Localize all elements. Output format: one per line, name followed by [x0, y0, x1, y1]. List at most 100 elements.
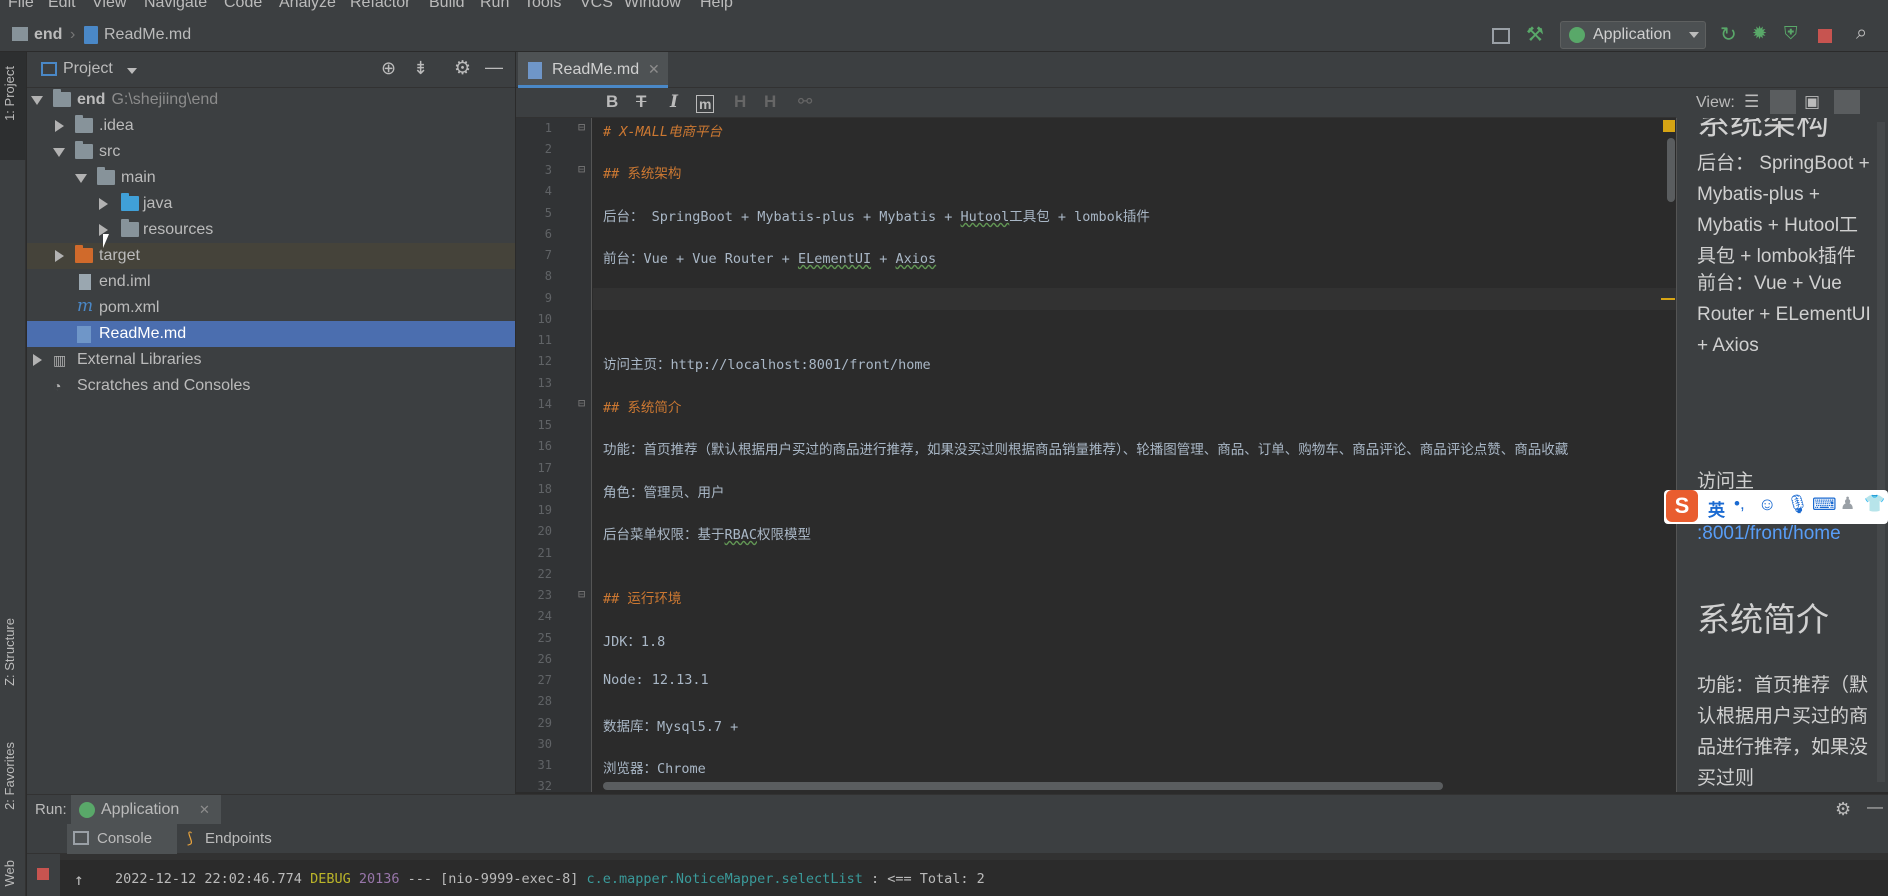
- tree-item-idea[interactable]: .idea: [27, 113, 515, 139]
- horizontal-scrollbar[interactable]: [603, 782, 1443, 790]
- menu-view[interactable]: View: [92, 0, 126, 12]
- tab-structure[interactable]: Z: Structure: [2, 618, 17, 686]
- project-panel-title[interactable]: Project: [63, 60, 113, 78]
- console-output[interactable]: ↑ 2022-12-12 22:02:46.774 DEBUG 20136 --…: [60, 854, 1888, 896]
- run-config-selector[interactable]: Application: [1560, 21, 1706, 49]
- markdown-file-icon: [528, 62, 542, 79]
- menu-tools[interactable]: Tools: [524, 0, 561, 12]
- menu-help[interactable]: Help: [700, 0, 733, 12]
- menu-analyze[interactable]: Analyze: [279, 0, 336, 12]
- emoji-icon[interactable]: ☺: [1758, 494, 1776, 515]
- menu-navigate[interactable]: Navigate: [144, 0, 207, 12]
- header-down-icon[interactable]: H: [734, 92, 746, 112]
- punctuation-icon[interactable]: •,: [1734, 494, 1745, 514]
- tree-item-external-libraries[interactable]: ▥ External Libraries: [27, 347, 515, 373]
- tab-console[interactable]: Console: [67, 824, 177, 854]
- stop-icon[interactable]: [1818, 29, 1832, 43]
- collapsed-arrow-icon[interactable]: [99, 198, 108, 210]
- menu-code[interactable]: Code: [224, 0, 262, 12]
- hide-icon[interactable]: —: [1867, 799, 1883, 817]
- gear-icon[interactable]: ⚙: [1835, 799, 1851, 820]
- ime-language[interactable]: 英: [1708, 496, 1725, 521]
- split-view-icon[interactable]: [1770, 90, 1796, 114]
- header-up-icon[interactable]: H: [764, 92, 776, 112]
- line-number: 5: [544, 206, 552, 220]
- tab-readme[interactable]: ReadMe.md ✕: [518, 52, 668, 88]
- collapsed-arrow-icon[interactable]: [55, 120, 64, 132]
- rerun-icon[interactable]: ↻: [1720, 22, 1742, 46]
- code-icon[interactable]: m: [696, 95, 715, 113]
- menu-refactor[interactable]: Refactor: [350, 0, 410, 12]
- close-icon[interactable]: ✕: [199, 802, 210, 818]
- tab-favorites[interactable]: 2: Favorites: [2, 742, 17, 810]
- preview-only-icon[interactable]: ▣: [1804, 92, 1820, 112]
- fold-icon[interactable]: ⊟: [578, 587, 585, 601]
- tree-item-java[interactable]: java: [27, 191, 515, 217]
- layout-icon[interactable]: [1492, 28, 1510, 44]
- tree-item-end[interactable]: end G:\shejiing\end: [27, 87, 515, 113]
- tree-item-resources[interactable]: resources: [27, 217, 515, 243]
- menu-window[interactable]: Window: [624, 0, 681, 12]
- scroll-up-icon[interactable]: ↑: [74, 870, 84, 889]
- collapse-all-icon[interactable]: ⇟: [413, 58, 428, 79]
- breadcrumb-project[interactable]: end: [34, 26, 62, 44]
- preview-scrollbar[interactable]: [1877, 122, 1885, 782]
- fold-icon[interactable]: ⊟: [578, 162, 585, 176]
- italic-icon[interactable]: I: [670, 92, 678, 112]
- code-editor[interactable]: # X-MALL电商平台 ## 系统架构 后台： SpringBoot + My…: [593, 118, 1676, 792]
- collapsed-arrow-icon[interactable]: [55, 250, 64, 262]
- tree-item-end-iml[interactable]: end.iml: [27, 269, 515, 295]
- expanded-arrow-icon[interactable]: [75, 174, 87, 183]
- menu-run[interactable]: Run: [480, 0, 509, 12]
- gear-icon[interactable]: ⚙: [454, 57, 471, 80]
- menu-vcs[interactable]: VCS: [580, 0, 613, 12]
- strikethrough-icon[interactable]: T: [636, 92, 646, 112]
- sogou-logo-icon[interactable]: S: [1666, 490, 1698, 522]
- expanded-arrow-icon[interactable]: [53, 148, 65, 157]
- line-number: 21: [537, 546, 552, 560]
- markdown-file-icon: [84, 26, 98, 44]
- menu-build[interactable]: Build: [429, 0, 465, 12]
- run-tab-application[interactable]: Application ✕: [71, 795, 221, 825]
- log-thread: [nio-9999-exec-8]: [440, 871, 579, 887]
- editor-only-icon[interactable]: ☰: [1744, 92, 1759, 112]
- collapsed-arrow-icon[interactable]: [33, 354, 42, 366]
- microphone-icon[interactable]: 🎙: [1786, 494, 1809, 515]
- skin-shirt-icon[interactable]: 👕: [1864, 494, 1885, 514]
- tab-project[interactable]: 1: Project: [2, 66, 17, 121]
- tab-web[interactable]: Web: [2, 860, 17, 887]
- debug-bug-icon[interactable]: ✹: [1752, 23, 1774, 45]
- tree-item-scratches[interactable]: ◔ Scratches and Consoles: [27, 373, 515, 399]
- warning-marker-icon[interactable]: [1663, 120, 1675, 132]
- sync-scroll-icon[interactable]: [1834, 90, 1860, 114]
- coverage-icon[interactable]: ⛨: [1784, 23, 1806, 45]
- breadcrumb-file[interactable]: ReadMe.md: [104, 26, 191, 44]
- vertical-scrollbar[interactable]: [1667, 138, 1675, 202]
- tree-item-pom-xml[interactable]: m pom.xml: [27, 295, 515, 321]
- user-icon[interactable]: ♟: [1840, 494, 1855, 514]
- stop-icon[interactable]: [37, 868, 49, 880]
- expanded-arrow-icon[interactable]: [31, 96, 43, 105]
- tree-item-target[interactable]: target: [27, 243, 515, 269]
- keyboard-icon[interactable]: ⌨: [1812, 495, 1837, 515]
- markdown-preview[interactable]: 系统架构 后台： SpringBoot + Mybatis-plus + Myb…: [1676, 118, 1888, 792]
- tree-item-src[interactable]: src: [27, 139, 515, 165]
- search-icon[interactable]: ⌕: [1856, 22, 1878, 44]
- tree-item-main[interactable]: main: [27, 165, 515, 191]
- fold-icon[interactable]: ⊟: [578, 396, 585, 410]
- tree-item-readme[interactable]: ReadMe.md: [27, 321, 515, 347]
- tab-endpoints[interactable]: ⟆ Endpoints: [183, 824, 303, 854]
- code-line: 数据库：Mysql5.7 +: [603, 719, 739, 735]
- chevron-down-icon[interactable]: [127, 68, 137, 74]
- menu-file[interactable]: File: [8, 0, 34, 12]
- menu-edit[interactable]: Edit: [48, 0, 76, 12]
- hide-icon[interactable]: —: [485, 57, 503, 78]
- fold-icon[interactable]: ⊟: [578, 120, 585, 134]
- locate-icon[interactable]: ⊕: [381, 58, 396, 79]
- close-icon[interactable]: ✕: [648, 61, 660, 78]
- line-number: 12: [537, 354, 552, 368]
- excluded-folder-icon: [75, 245, 93, 263]
- bold-icon[interactable]: B: [606, 92, 618, 112]
- link-icon[interactable]: ⚯: [798, 92, 812, 112]
- build-hammer-icon[interactable]: ⚒: [1526, 22, 1548, 46]
